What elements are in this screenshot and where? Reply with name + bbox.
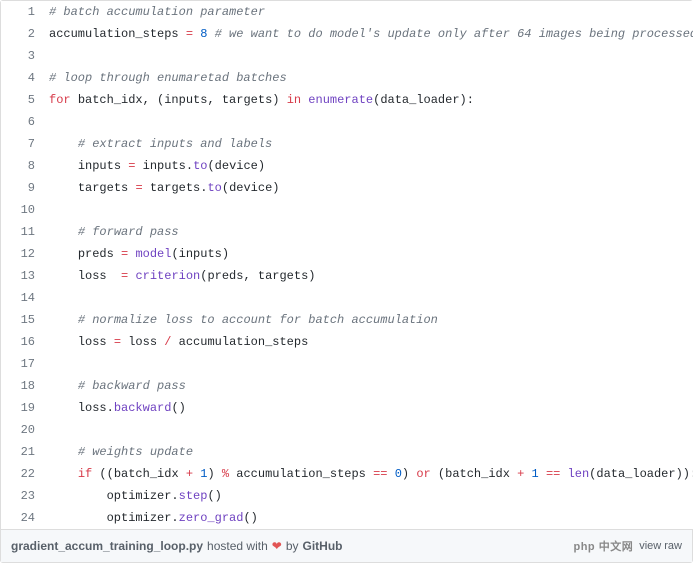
line-code (45, 353, 693, 375)
line-number[interactable]: 1 (1, 1, 45, 23)
line-code (45, 199, 693, 221)
code-row: 13 loss = criterion(preds, targets) (1, 265, 693, 287)
line-number[interactable]: 13 (1, 265, 45, 287)
line-number[interactable]: 14 (1, 287, 45, 309)
line-number[interactable]: 16 (1, 331, 45, 353)
line-number[interactable]: 10 (1, 199, 45, 221)
line-number[interactable]: 18 (1, 375, 45, 397)
line-number[interactable]: 3 (1, 45, 45, 67)
code-row: 11 # forward pass (1, 221, 693, 243)
line-code: optimizer.zero_grad() (45, 507, 693, 529)
line-code: # normalize loss to account for batch ac… (45, 309, 693, 331)
line-code: # extract inputs and labels (45, 133, 693, 155)
line-number[interactable]: 24 (1, 507, 45, 529)
line-number[interactable]: 20 (1, 419, 45, 441)
code-row: 5for batch_idx, (inputs, targets) in enu… (1, 89, 693, 111)
code-row: 12 preds = model(inputs) (1, 243, 693, 265)
code-row: 3 (1, 45, 693, 67)
line-number[interactable]: 4 (1, 67, 45, 89)
code-row: 18 # backward pass (1, 375, 693, 397)
line-code: # weights update (45, 441, 693, 463)
code-body: 1# batch accumulation parameter2accumula… (1, 1, 693, 529)
code-row: 4# loop through enumaretad batches (1, 67, 693, 89)
line-number[interactable]: 7 (1, 133, 45, 155)
code-row: 9 targets = targets.to(device) (1, 177, 693, 199)
line-number[interactable]: 19 (1, 397, 45, 419)
gist-footer: gradient_accum_training_loop.py hosted w… (1, 529, 692, 562)
gist-container: 1# batch accumulation parameter2accumula… (0, 0, 693, 563)
line-code: loss = loss / accumulation_steps (45, 331, 693, 353)
line-code (45, 45, 693, 67)
line-number[interactable]: 5 (1, 89, 45, 111)
line-code: for batch_idx, (inputs, targets) in enum… (45, 89, 693, 111)
code-row: 1# batch accumulation parameter (1, 1, 693, 23)
watermark-text: php 中文网 (573, 538, 633, 554)
footer-right: php 中文网 view raw (573, 538, 682, 554)
view-raw-link[interactable]: view raw (639, 540, 682, 552)
footer-left: gradient_accum_training_loop.py hosted w… (11, 539, 343, 553)
line-code (45, 287, 693, 309)
by-text: by (286, 539, 299, 553)
line-number[interactable]: 8 (1, 155, 45, 177)
line-number[interactable]: 6 (1, 111, 45, 133)
code-row: 22 if ((batch_idx + 1) % accumulation_st… (1, 463, 693, 485)
line-number[interactable]: 2 (1, 23, 45, 45)
code-row: 16 loss = loss / accumulation_steps (1, 331, 693, 353)
code-row: 23 optimizer.step() (1, 485, 693, 507)
code-row: 15 # normalize loss to account for batch… (1, 309, 693, 331)
line-code: # batch accumulation parameter (45, 1, 693, 23)
code-row: 20 (1, 419, 693, 441)
line-number[interactable]: 23 (1, 485, 45, 507)
code-row: 21 # weights update (1, 441, 693, 463)
code-row: 24 optimizer.zero_grad() (1, 507, 693, 529)
line-code: loss = criterion(preds, targets) (45, 265, 693, 287)
line-code: if ((batch_idx + 1) % accumulation_steps… (45, 463, 693, 485)
code-row: 7 # extract inputs and labels (1, 133, 693, 155)
line-code: # backward pass (45, 375, 693, 397)
code-row: 2accumulation_steps = 8 # we want to do … (1, 23, 693, 45)
code-row: 8 inputs = inputs.to(device) (1, 155, 693, 177)
line-code: accumulation_steps = 8 # we want to do m… (45, 23, 693, 45)
line-number[interactable]: 15 (1, 309, 45, 331)
code-row: 14 (1, 287, 693, 309)
line-number[interactable]: 22 (1, 463, 45, 485)
line-code: # loop through enumaretad batches (45, 67, 693, 89)
line-code: loss.backward() (45, 397, 693, 419)
heart-icon: ❤ (272, 539, 282, 553)
line-number[interactable]: 21 (1, 441, 45, 463)
line-code: # forward pass (45, 221, 693, 243)
github-link[interactable]: GitHub (303, 539, 343, 553)
line-code (45, 419, 693, 441)
code-row: 17 (1, 353, 693, 375)
code-row: 10 (1, 199, 693, 221)
line-number[interactable]: 12 (1, 243, 45, 265)
hosted-with-text: hosted with (207, 539, 268, 553)
line-number[interactable]: 11 (1, 221, 45, 243)
line-code: inputs = inputs.to(device) (45, 155, 693, 177)
code-row: 6 (1, 111, 693, 133)
line-code (45, 111, 693, 133)
filename-link[interactable]: gradient_accum_training_loop.py (11, 539, 203, 553)
line-code: optimizer.step() (45, 485, 693, 507)
line-code: preds = model(inputs) (45, 243, 693, 265)
line-number[interactable]: 17 (1, 353, 45, 375)
code-table: 1# batch accumulation parameter2accumula… (1, 1, 693, 529)
line-code: targets = targets.to(device) (45, 177, 693, 199)
code-row: 19 loss.backward() (1, 397, 693, 419)
line-number[interactable]: 9 (1, 177, 45, 199)
